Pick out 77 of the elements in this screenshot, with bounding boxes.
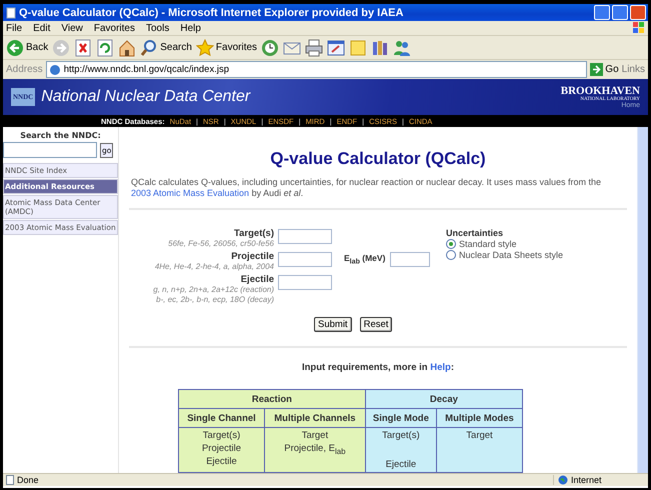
field-label: Ejectile <box>240 274 274 285</box>
radio-button[interactable] <box>446 239 456 249</box>
search-field[interactable] <box>3 142 97 158</box>
evaluation-link[interactable]: 2003 Atomic Mass Evaluation <box>131 188 250 198</box>
column-header: Single Channel <box>178 408 264 428</box>
search-label: Search the NNDC: <box>19 131 102 140</box>
requirement-text: Target <box>300 429 330 442</box>
address-field[interactable]: http://www.nndc.bnl.gov/qcalc/index.jsp <box>46 61 588 78</box>
menu-item[interactable]: View <box>61 22 83 34</box>
radio-button[interactable] <box>446 250 456 260</box>
address-label: Address <box>6 64 43 75</box>
minimize-button[interactable] <box>594 5 610 20</box>
menu-item[interactable]: Edit <box>33 22 50 34</box>
requirement-text: Target <box>465 429 494 442</box>
printer-icon[interactable] <box>305 38 324 56</box>
refresh-icon[interactable] <box>96 38 114 56</box>
radio-label[interactable]: Nuclear Data Sheets style <box>459 250 564 260</box>
help-link[interactable]: Help <box>430 362 451 373</box>
requirement-text: Projectile, E$_{lab}$ <box>283 442 347 458</box>
intro-text: QCalc calculates Q-values, including uncertainties, for nuclear reaction or nuclear decay. It uses mass values from the 2003 Atomic Mass Evaluation by Audi et al. <box>131 177 602 199</box>
requirement-text: Projectile <box>200 442 242 455</box>
lab-logo[interactable]: BROOKHAVEN <box>560 85 640 97</box>
requirement-text: Ejectile <box>384 458 418 471</box>
site-title: National Nuclear Data Center <box>41 88 252 106</box>
menu-item[interactable]: Tools <box>146 22 170 34</box>
people-icon[interactable] <box>393 38 412 56</box>
form-button[interactable]: Reset <box>360 317 392 332</box>
field-label: Projectile <box>231 251 274 262</box>
scrollbar[interactable] <box>637 127 648 473</box>
maximize-button[interactable] <box>612 5 628 20</box>
requirement-text: Target(s) <box>381 429 421 442</box>
column-header: Multiple Modes <box>436 408 522 428</box>
window-title: Q-value Calculator (QCalc) - Microsoft Internet Explorer provided by IAEA <box>19 6 404 18</box>
input-field[interactable] <box>278 252 332 267</box>
back-icon[interactable] <box>6 38 24 56</box>
form-button[interactable]: Submit <box>314 317 352 332</box>
toolbar-label[interactable]: Favorites <box>216 42 258 53</box>
note-icon[interactable] <box>349 38 368 56</box>
field-label: Target(s) <box>234 228 274 239</box>
field-hint: 4He, He-4, 2-he-4, a, alpha, 2004 <box>154 262 274 272</box>
requirement-text: Ejectile <box>205 455 238 468</box>
field-hint: g, n, n+p, 2n+a, 2a+12c (reaction) <box>153 285 274 295</box>
globe-icon <box>558 475 568 485</box>
requirements-text: Input requirements, more in Help: <box>300 362 456 373</box>
home-icon[interactable] <box>118 38 136 56</box>
input-field[interactable] <box>390 252 430 267</box>
clock-icon[interactable] <box>261 38 280 56</box>
window-icon[interactable] <box>327 38 346 56</box>
books-icon[interactable] <box>371 38 390 56</box>
go-button[interactable]: Go <box>605 64 619 75</box>
radio-label[interactable]: Standard style <box>459 239 517 249</box>
field-hint: b-, ec, 2b-, b-n, ecp, 18O (decay) <box>156 295 274 305</box>
links-button[interactable]: Links <box>622 64 645 75</box>
menu-item[interactable]: File <box>6 22 22 34</box>
search-icon[interactable] <box>140 38 158 56</box>
requirement-text: Target(s) <box>202 429 242 442</box>
windows-logo-icon <box>632 21 646 34</box>
uncertainties-label: Uncertainties <box>446 228 504 238</box>
energy-label: E$_{lab}$ (MeV) <box>344 253 386 266</box>
go-arrow-icon[interactable] <box>590 63 604 76</box>
input-field[interactable] <box>278 229 332 244</box>
input-field[interactable] <box>278 275 332 290</box>
status-text: Done <box>17 475 39 485</box>
group-header: Reaction <box>178 390 366 408</box>
toolbar-label[interactable]: Search <box>160 42 192 53</box>
stop-icon[interactable] <box>74 38 92 56</box>
menu-item[interactable]: Favorites <box>94 22 135 34</box>
column-header: Single Mode <box>365 408 436 428</box>
toolbar-label[interactable]: Back <box>26 42 48 53</box>
column-header: Multiple Channels <box>264 408 366 428</box>
group-header: Decay <box>365 390 522 408</box>
zone-text: Internet <box>571 475 602 485</box>
close-button[interactable] <box>630 5 646 20</box>
menu-item[interactable]: Help <box>180 22 201 34</box>
page-heading: Q-value Calculator (QCalc) <box>269 149 487 169</box>
field-hint: 56fe, Fe-56, 26056, cr50-fe56 <box>168 239 274 249</box>
star-icon[interactable] <box>196 38 214 56</box>
